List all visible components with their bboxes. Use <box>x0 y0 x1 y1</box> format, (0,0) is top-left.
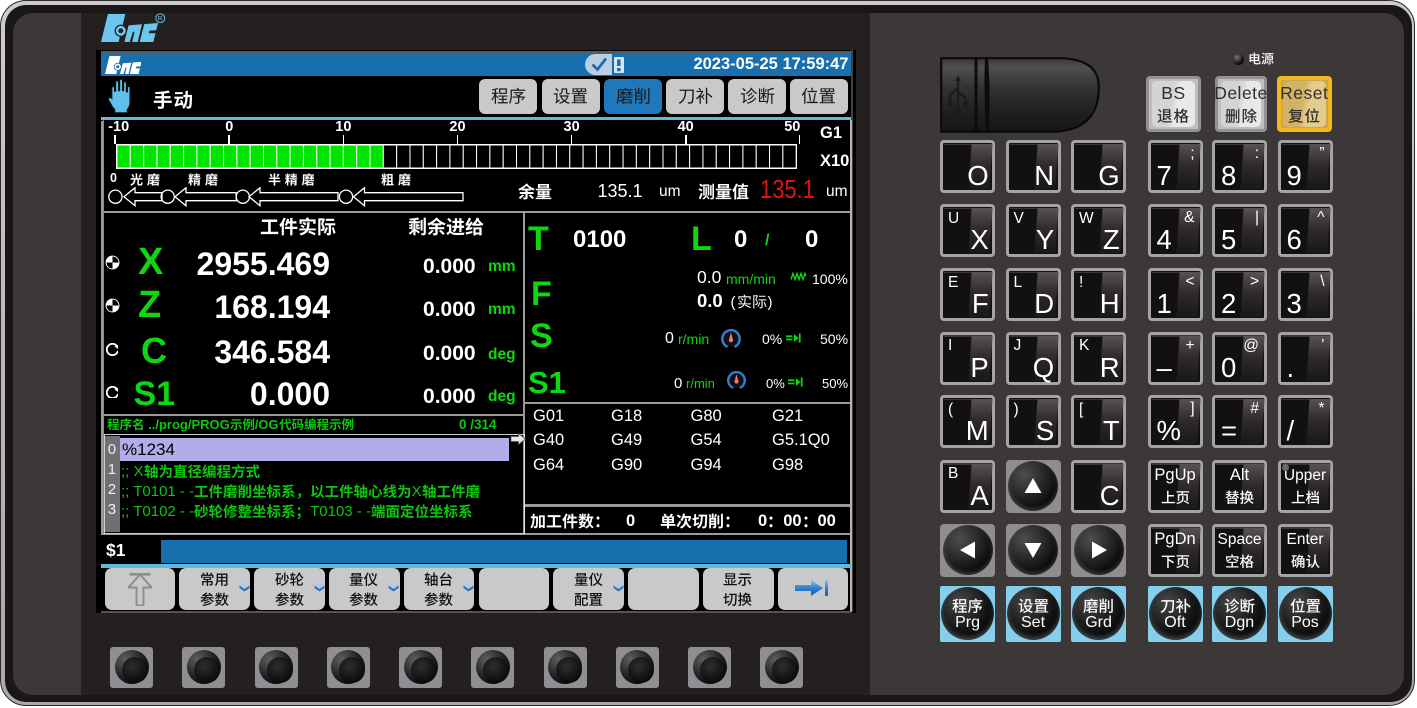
svg-text:R: R <box>157 15 162 22</box>
